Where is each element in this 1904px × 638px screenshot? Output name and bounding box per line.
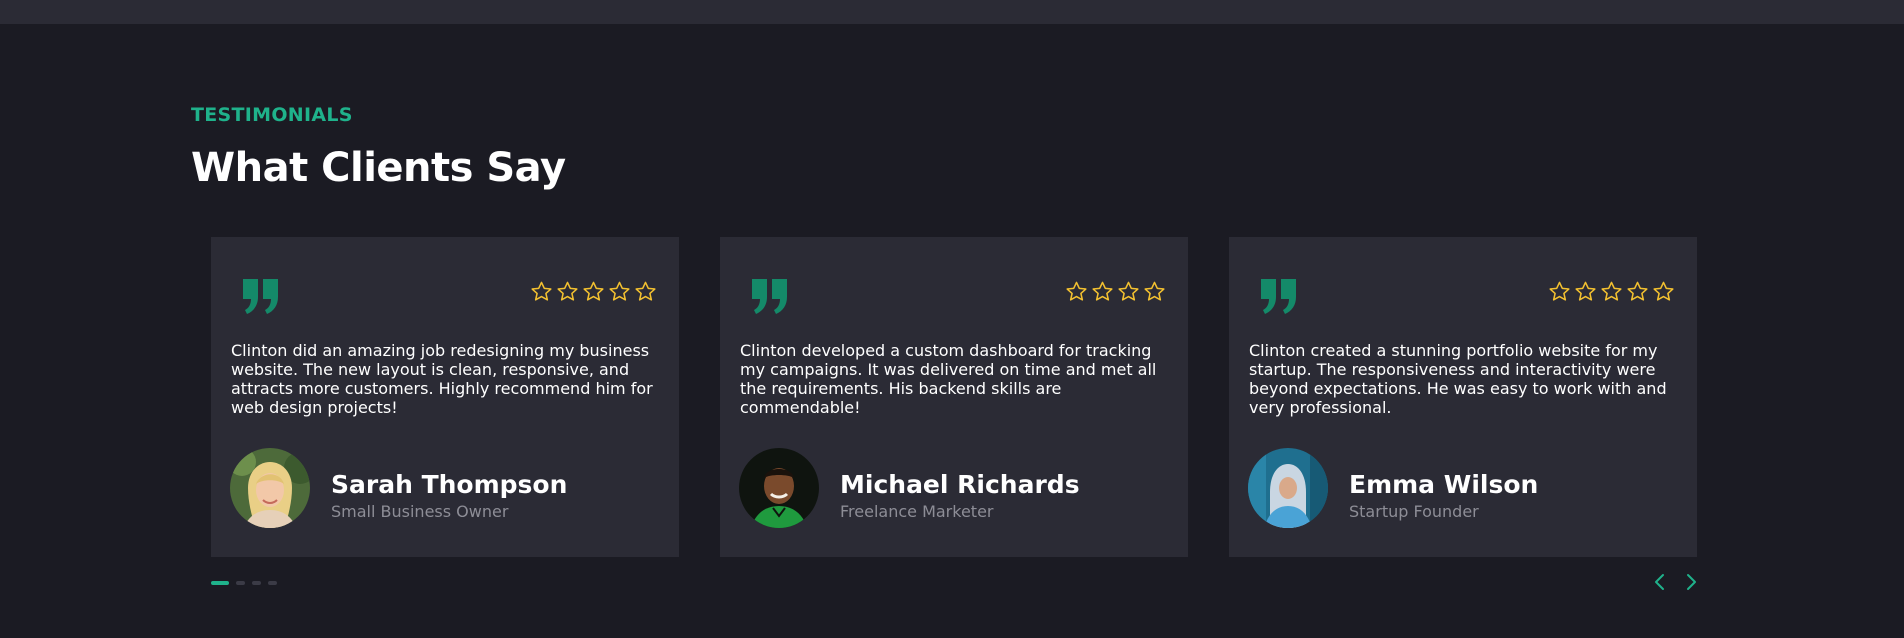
avatar [739,448,819,528]
star-outline-icon [1118,281,1139,301]
section-eyebrow: TESTIMONIALS [191,104,353,126]
pagination-dot-3[interactable] [252,581,261,585]
testimonial-text: Clinton did an amazing job redesigning m… [231,341,653,417]
chevron-right-icon[interactable] [1682,573,1700,591]
star-outline-icon [1601,281,1622,301]
star-rating [1548,280,1675,303]
star-outline-icon [1627,281,1648,301]
quote-icon [243,279,278,314]
testimonial-text: Clinton developed a custom dashboard for… [740,341,1157,417]
pagination-dot-4[interactable] [268,581,277,585]
star-outline-icon [1575,281,1596,301]
star-outline-icon [557,281,578,301]
pagination-dot-2[interactable] [236,581,245,585]
author-role: Startup Founder [1349,502,1479,521]
star-outline-icon [583,281,604,301]
avatar [1248,448,1328,528]
pagination-dot-1[interactable] [211,581,229,585]
star-outline-icon [609,281,630,301]
testimonial-card: Clinton developed a custom dashboard for… [720,237,1188,557]
star-outline-icon [1144,281,1165,301]
star-outline-icon [1066,281,1087,301]
testimonial-card: Clinton created a stunning portfolio web… [1229,237,1697,557]
carousel-pagination [211,581,277,585]
testimonials-section: TESTIMONIALS What Clients Say Clinton di… [0,24,1904,638]
quote-icon [1261,279,1296,314]
star-outline-icon [635,281,656,301]
author-name: Michael Richards [840,470,1080,499]
star-rating [530,280,657,303]
author-role: Small Business Owner [331,502,509,521]
section-title: What Clients Say [191,145,566,191]
star-outline-icon [1549,281,1570,301]
avatar [230,448,310,528]
quote-icon [752,279,787,314]
star-outline-icon [1092,281,1113,301]
testimonial-card: Clinton did an amazing job redesigning m… [211,237,679,557]
star-outline-icon [531,281,552,301]
star-outline-icon [1653,281,1674,301]
author-name: Sarah Thompson [331,470,568,499]
testimonial-text: Clinton created a stunning portfolio web… [1249,341,1667,417]
chevron-left-icon[interactable] [1651,573,1669,591]
author-name: Emma Wilson [1349,470,1539,499]
star-rating [1065,280,1166,303]
author-role: Freelance Marketer [840,502,994,521]
top-bar-strip [0,0,1904,24]
